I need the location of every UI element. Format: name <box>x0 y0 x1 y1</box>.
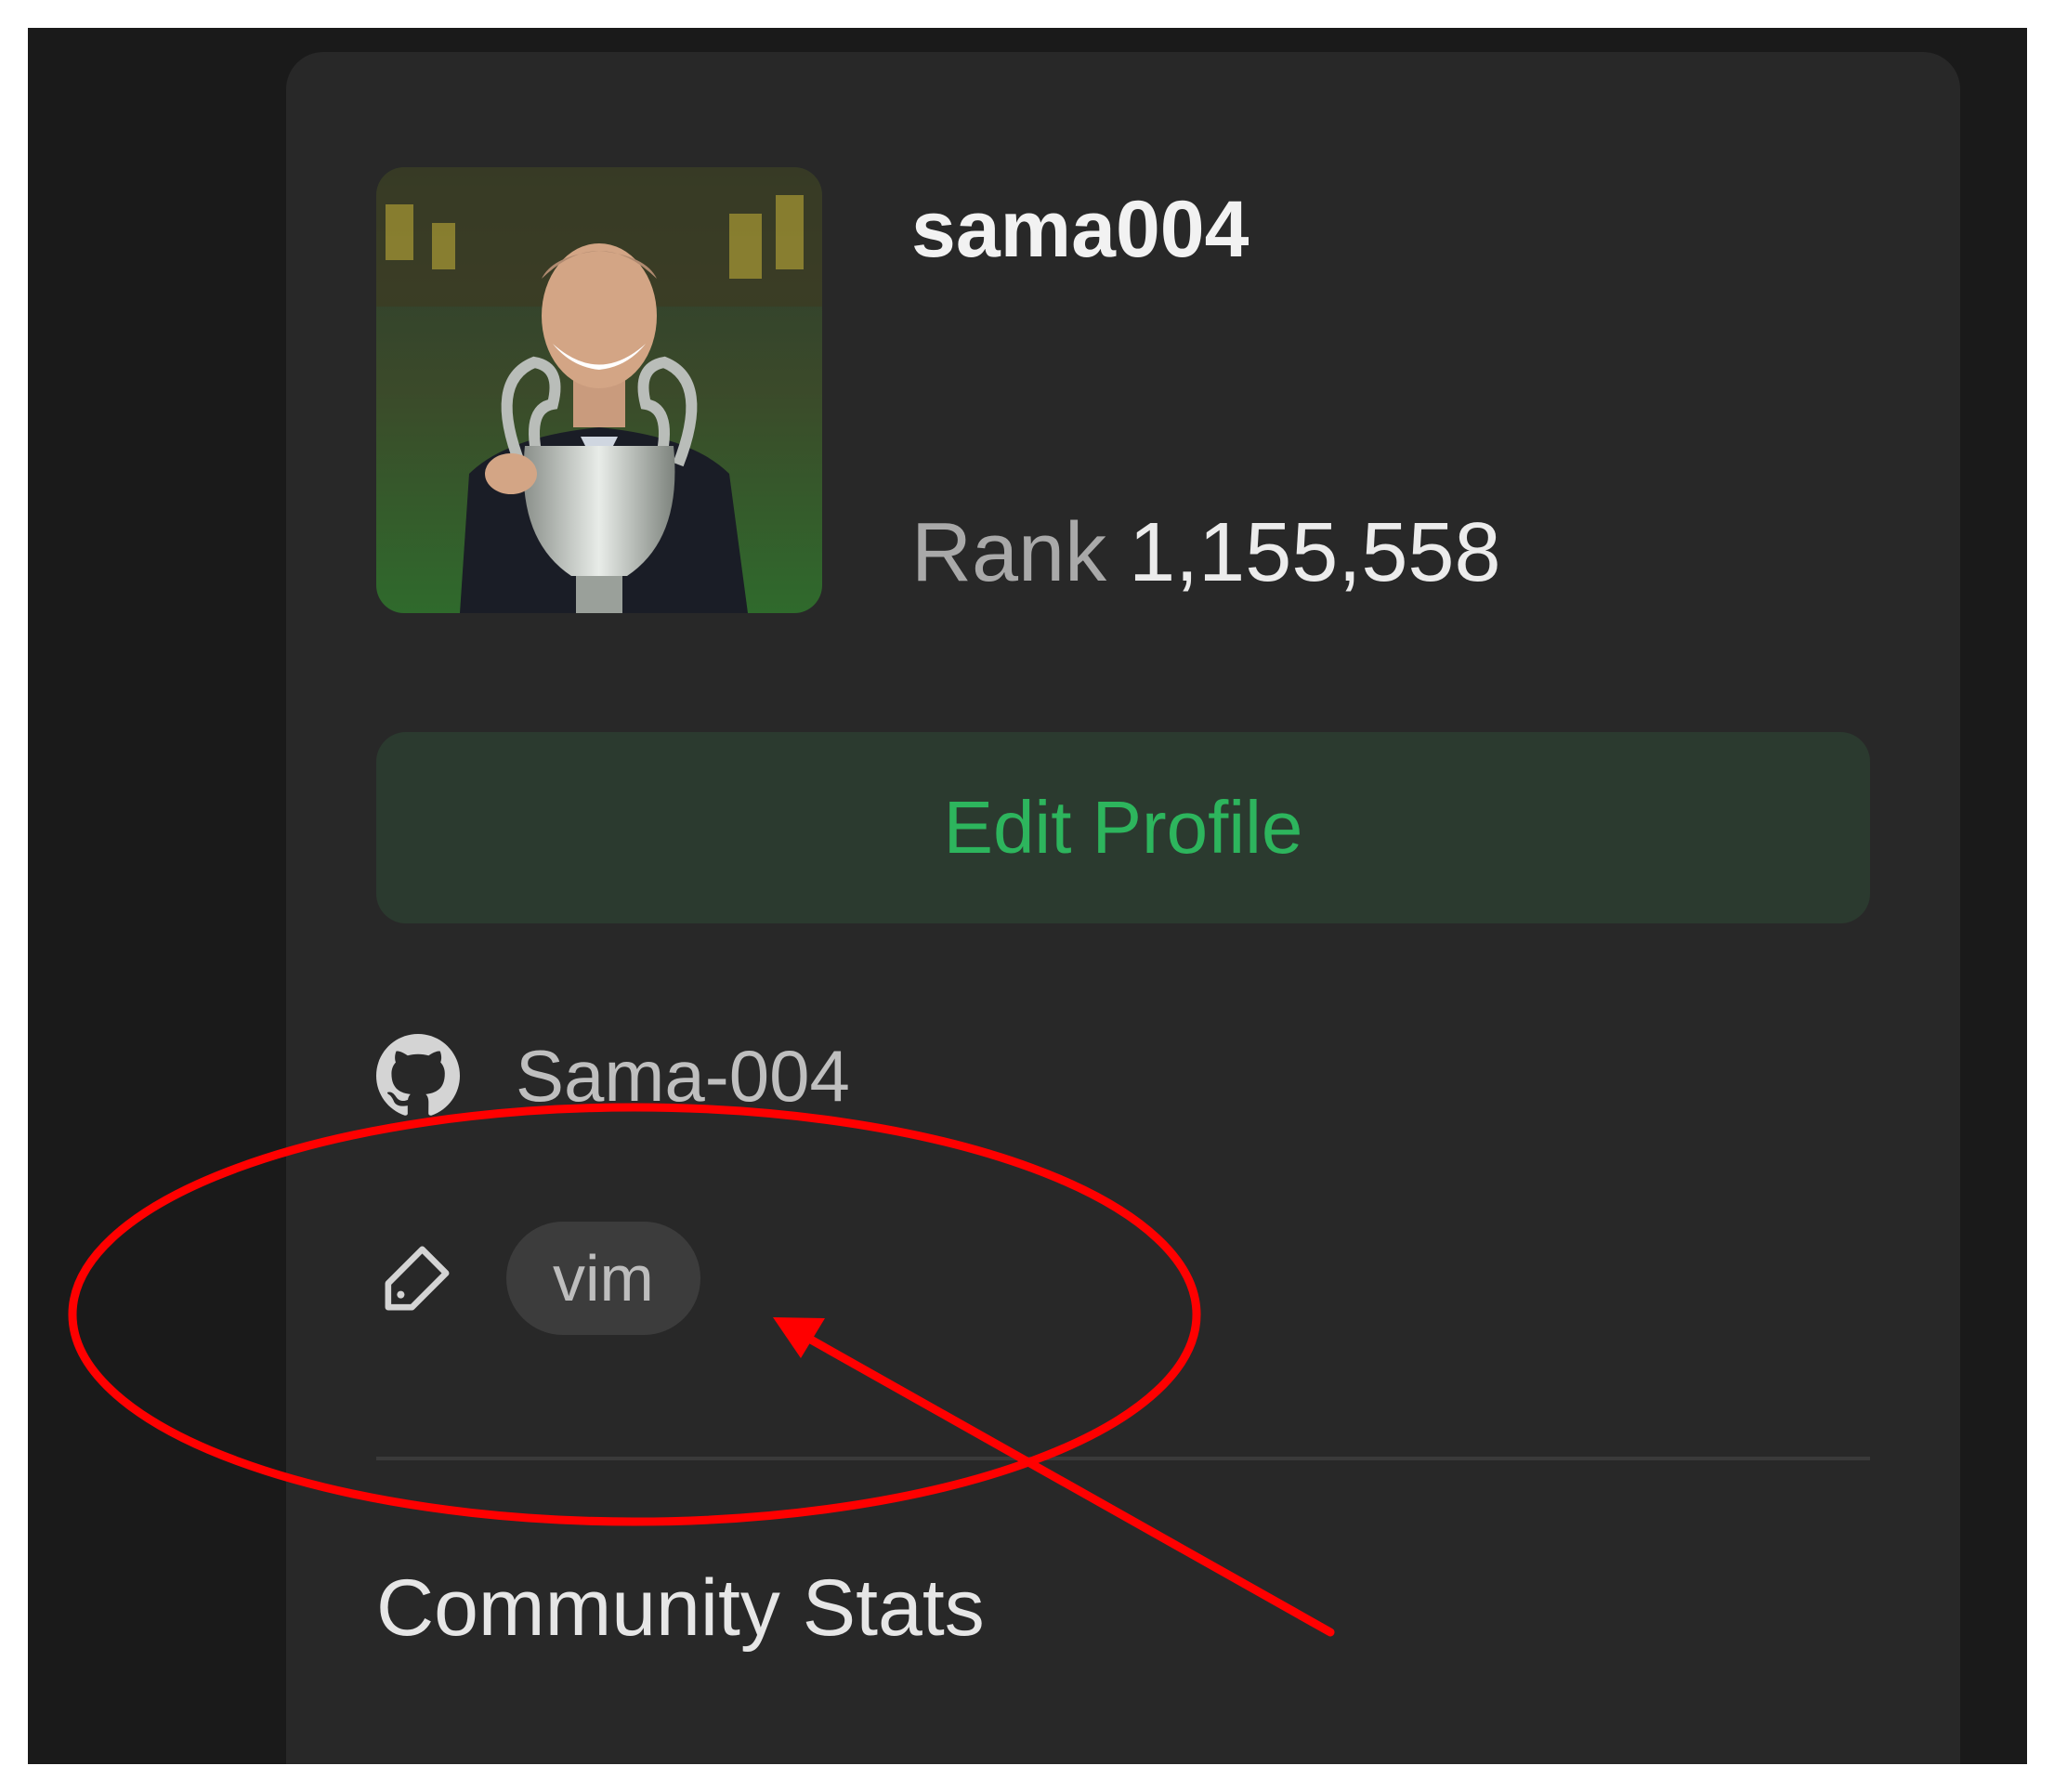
rank-value: 1,155,558 <box>1129 506 1501 599</box>
edit-profile-button[interactable]: Edit Profile <box>376 732 1870 923</box>
username: sama004 <box>911 185 1249 274</box>
avatar <box>376 167 822 613</box>
skills-row: vim <box>376 1221 700 1336</box>
github-icon <box>376 1034 460 1118</box>
github-username: Sama-004 <box>516 1034 850 1117</box>
rank: Rank 1,155,558 <box>911 511 1501 595</box>
community-stats-heading: Community Stats <box>376 1563 985 1653</box>
tag-icon <box>376 1237 458 1319</box>
divider <box>376 1457 1870 1460</box>
rank-label: Rank <box>911 506 1107 599</box>
github-link[interactable]: Sama-004 <box>376 1029 850 1122</box>
profile-card: sama004 Rank 1,155,558 Edit Profile Sama-… <box>286 52 1960 1764</box>
skill-tag[interactable]: vim <box>506 1222 700 1335</box>
screen: sama004 Rank 1,155,558 Edit Profile Sama-… <box>28 28 2027 1764</box>
